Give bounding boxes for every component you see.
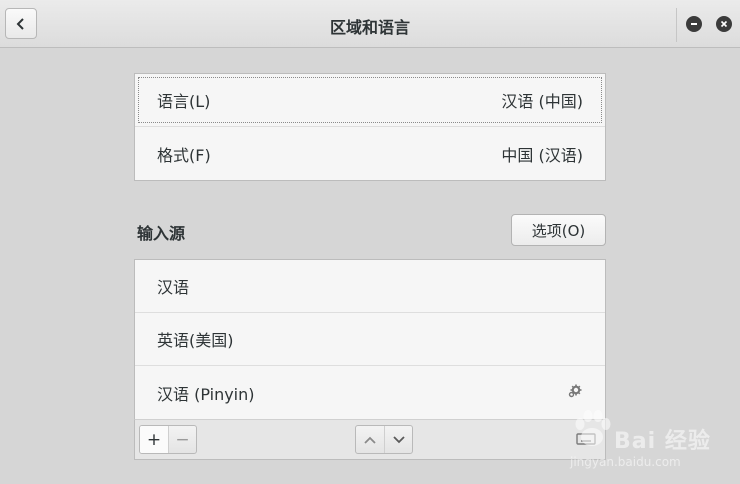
options-button[interactable]: 选项(O) (511, 214, 606, 246)
add-remove-group: + − (139, 425, 197, 454)
minimize-button[interactable] (686, 16, 702, 32)
header-separator (676, 8, 677, 42)
list-item[interactable]: 汉语 (Pinyin) (135, 366, 605, 419)
header-bar: 区域和语言 (0, 0, 740, 48)
format-row[interactable]: 格式(F) 中国 (汉语) (135, 127, 605, 180)
watermark-url: jingyan.baidu.com (570, 455, 681, 469)
close-button[interactable] (716, 16, 732, 32)
close-icon (720, 20, 728, 28)
language-value: 汉语 (中国) (501, 92, 583, 111)
input-sources-heading: 输入源 (137, 224, 186, 243)
input-sources-toolbar: + − (134, 419, 606, 460)
format-value: 中国 (汉语) (501, 145, 583, 165)
gear-icon[interactable] (567, 383, 583, 399)
language-label: 语言(L) (157, 92, 211, 111)
list-item[interactable]: 汉语 (135, 260, 605, 313)
window-title: 区域和语言 (329, 18, 410, 37)
move-group (355, 425, 413, 454)
minimize-icon (691, 23, 697, 25)
watermark-text: Bai 经验 (614, 429, 711, 454)
format-label: 格式(F) (157, 145, 211, 165)
add-button[interactable]: + (140, 426, 168, 453)
language-row[interactable]: 语言(L) 汉语 (中国) (135, 74, 605, 127)
watermark: Bai 经验 jingyan.baidu.com (570, 405, 738, 475)
language-format-panel: 语言(L) 汉语 (中国) 格式(F) 中国 (汉语) (134, 73, 606, 181)
input-source-label: 英语(美国) (157, 331, 234, 350)
input-source-label: 汉语 (Pinyin) (157, 384, 255, 404)
input-sources-list: 汉语 英语(美国) 汉语 (Pinyin) (134, 259, 606, 419)
chevron-up-icon (364, 436, 376, 444)
paw-logo-icon (575, 410, 611, 446)
chevron-down-icon (392, 435, 405, 443)
move-up-button[interactable] (356, 426, 384, 453)
remove-button[interactable]: − (168, 426, 196, 453)
list-item[interactable]: 英语(美国) (135, 313, 605, 366)
move-down-button[interactable] (384, 426, 412, 453)
input-source-label: 汉语 (157, 278, 190, 297)
